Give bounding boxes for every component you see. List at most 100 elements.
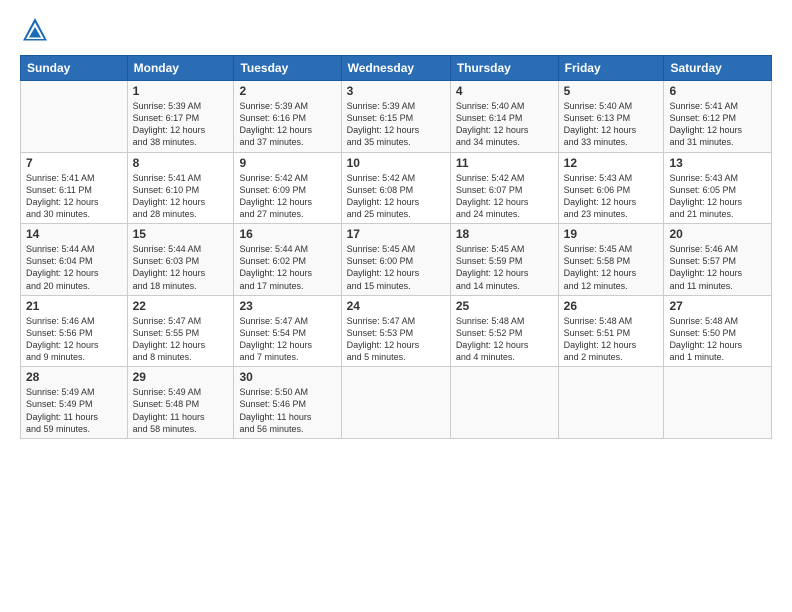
cell-content: Sunrise: 5:46 AM Sunset: 5:57 PM Dayligh… [669,243,766,292]
day-number: 5 [564,84,659,98]
logo-icon [20,15,50,45]
day-number: 30 [239,370,335,384]
calendar-cell: 7 Sunrise: 5:41 AM Sunset: 6:11 PM Daylig… [21,152,128,224]
day-number: 1 [133,84,229,98]
cell-content: Sunrise: 5:45 AM Sunset: 5:58 PM Dayligh… [564,243,659,292]
day-number: 21 [26,299,122,313]
calendar-col-header: Friday [558,56,664,81]
calendar-col-header: Monday [127,56,234,81]
calendar-table: SundayMondayTuesdayWednesdayThursdayFrid… [20,55,772,439]
day-number: 2 [239,84,335,98]
day-number: 9 [239,156,335,170]
calendar-col-header: Saturday [664,56,772,81]
calendar-cell: 15Sunrise: 5:44 AM Sunset: 6:03 PM Dayli… [127,224,234,296]
calendar-col-header: Thursday [450,56,558,81]
cell-content: Sunrise: 5:42 AM Sunset: 6:09 PM Dayligh… [239,172,335,221]
calendar-cell [450,367,558,439]
calendar-col-header: Sunday [21,56,128,81]
calendar-cell: 17 Sunrise: 5:45 AM Sunset: 6:00 PM Dayli… [341,224,450,296]
calendar-week-row: 14 Sunrise: 5:44 AM Sunset: 6:04 PM Dayli… [21,224,772,296]
cell-content: Sunrise: 5:41 AM Sunset: 6:12 PM Dayligh… [669,100,766,149]
cell-content: Sunrise: 5:40 AM Sunset: 6:14 PM Dayligh… [456,100,553,149]
day-number: 26 [564,299,659,313]
day-number: 12 [564,156,659,170]
day-number: 14 [26,227,122,241]
cell-content: Sunrise: 5:44 AM Sunset: 6:03 PM Dayligh… [133,243,229,292]
cell-content: Sunrise: 5:41 AM Sunset: 6:10 PM Dayligh… [133,172,229,221]
day-number: 16 [239,227,335,241]
cell-content: Sunrise: 5:47 AM Sunset: 5:53 PM Dayligh… [347,315,445,364]
calendar-cell [558,367,664,439]
day-number: 13 [669,156,766,170]
day-number: 8 [133,156,229,170]
cell-content: Sunrise: 5:49 AM Sunset: 5:49 PM Dayligh… [26,386,122,435]
cell-content: Sunrise: 5:45 AM Sunset: 6:00 PM Dayligh… [347,243,445,292]
calendar-col-header: Tuesday [234,56,341,81]
cell-content: Sunrise: 5:39 AM Sunset: 6:16 PM Dayligh… [239,100,335,149]
day-number: 4 [456,84,553,98]
cell-content: Sunrise: 5:44 AM Sunset: 6:02 PM Dayligh… [239,243,335,292]
day-number: 11 [456,156,553,170]
page-header [20,15,772,45]
cell-content: Sunrise: 5:44 AM Sunset: 6:04 PM Dayligh… [26,243,122,292]
calendar-cell: 25 Sunrise: 5:48 AM Sunset: 5:52 PM Dayli… [450,295,558,367]
cell-content: Sunrise: 5:47 AM Sunset: 5:54 PM Dayligh… [239,315,335,364]
day-number: 6 [669,84,766,98]
cell-content: Sunrise: 5:47 AM Sunset: 5:55 PM Dayligh… [133,315,229,364]
cell-content: Sunrise: 5:43 AM Sunset: 6:06 PM Dayligh… [564,172,659,221]
calendar-cell: 22 Sunrise: 5:47 AM Sunset: 5:55 PM Dayli… [127,295,234,367]
calendar-cell: 26 Sunrise: 5:48 AM Sunset: 5:51 PM Dayli… [558,295,664,367]
day-number: 24 [347,299,445,313]
day-number: 25 [456,299,553,313]
calendar-week-row: 1Sunrise: 5:39 AM Sunset: 6:17 PM Daylig… [21,81,772,153]
calendar-header-row: SundayMondayTuesdayWednesdayThursdayFrid… [21,56,772,81]
day-number: 29 [133,370,229,384]
cell-content: Sunrise: 5:48 AM Sunset: 5:52 PM Dayligh… [456,315,553,364]
cell-content: Sunrise: 5:42 AM Sunset: 6:07 PM Dayligh… [456,172,553,221]
calendar-cell: 8 Sunrise: 5:41 AM Sunset: 6:10 PM Daylig… [127,152,234,224]
day-number: 19 [564,227,659,241]
calendar-cell: 9 Sunrise: 5:42 AM Sunset: 6:09 PM Daylig… [234,152,341,224]
cell-content: Sunrise: 5:40 AM Sunset: 6:13 PM Dayligh… [564,100,659,149]
cell-content: Sunrise: 5:39 AM Sunset: 6:15 PM Dayligh… [347,100,445,149]
calendar-cell: 19 Sunrise: 5:45 AM Sunset: 5:58 PM Dayli… [558,224,664,296]
calendar-cell: 27Sunrise: 5:48 AM Sunset: 5:50 PM Dayli… [664,295,772,367]
calendar-col-header: Wednesday [341,56,450,81]
day-number: 17 [347,227,445,241]
calendar-week-row: 28 Sunrise: 5:49 AM Sunset: 5:49 PM Dayli… [21,367,772,439]
cell-content: Sunrise: 5:43 AM Sunset: 6:05 PM Dayligh… [669,172,766,221]
calendar-cell: 18Sunrise: 5:45 AM Sunset: 5:59 PM Dayli… [450,224,558,296]
day-number: 20 [669,227,766,241]
day-number: 18 [456,227,553,241]
day-number: 28 [26,370,122,384]
calendar-cell: 14 Sunrise: 5:44 AM Sunset: 6:04 PM Dayli… [21,224,128,296]
calendar-cell: 30 Sunrise: 5:50 AM Sunset: 5:46 PM Dayli… [234,367,341,439]
calendar-cell: 20 Sunrise: 5:46 AM Sunset: 5:57 PM Dayli… [664,224,772,296]
calendar-cell: 23Sunrise: 5:47 AM Sunset: 5:54 PM Dayli… [234,295,341,367]
calendar-cell: 6 Sunrise: 5:41 AM Sunset: 6:12 PM Daylig… [664,81,772,153]
calendar-cell: 12 Sunrise: 5:43 AM Sunset: 6:06 PM Dayli… [558,152,664,224]
day-number: 22 [133,299,229,313]
cell-content: Sunrise: 5:48 AM Sunset: 5:51 PM Dayligh… [564,315,659,364]
calendar-cell [21,81,128,153]
logo [20,15,54,45]
cell-content: Sunrise: 5:50 AM Sunset: 5:46 PM Dayligh… [239,386,335,435]
cell-content: Sunrise: 5:42 AM Sunset: 6:08 PM Dayligh… [347,172,445,221]
calendar-cell: 16 Sunrise: 5:44 AM Sunset: 6:02 PM Dayli… [234,224,341,296]
calendar-cell: 4 Sunrise: 5:40 AM Sunset: 6:14 PM Daylig… [450,81,558,153]
calendar-cell: 1Sunrise: 5:39 AM Sunset: 6:17 PM Daylig… [127,81,234,153]
calendar-cell: 2 Sunrise: 5:39 AM Sunset: 6:16 PM Daylig… [234,81,341,153]
calendar-cell: 13 Sunrise: 5:43 AM Sunset: 6:05 PM Dayli… [664,152,772,224]
cell-content: Sunrise: 5:49 AM Sunset: 5:48 PM Dayligh… [133,386,229,435]
cell-content: Sunrise: 5:46 AM Sunset: 5:56 PM Dayligh… [26,315,122,364]
day-number: 27 [669,299,766,313]
calendar-week-row: 21 Sunrise: 5:46 AM Sunset: 5:56 PM Dayli… [21,295,772,367]
calendar-cell [341,367,450,439]
calendar-cell: 21 Sunrise: 5:46 AM Sunset: 5:56 PM Dayli… [21,295,128,367]
day-number: 7 [26,156,122,170]
calendar-cell [664,367,772,439]
calendar-cell: 29 Sunrise: 5:49 AM Sunset: 5:48 PM Dayli… [127,367,234,439]
cell-content: Sunrise: 5:41 AM Sunset: 6:11 PM Dayligh… [26,172,122,221]
day-number: 3 [347,84,445,98]
calendar-cell: 3 Sunrise: 5:39 AM Sunset: 6:15 PM Daylig… [341,81,450,153]
